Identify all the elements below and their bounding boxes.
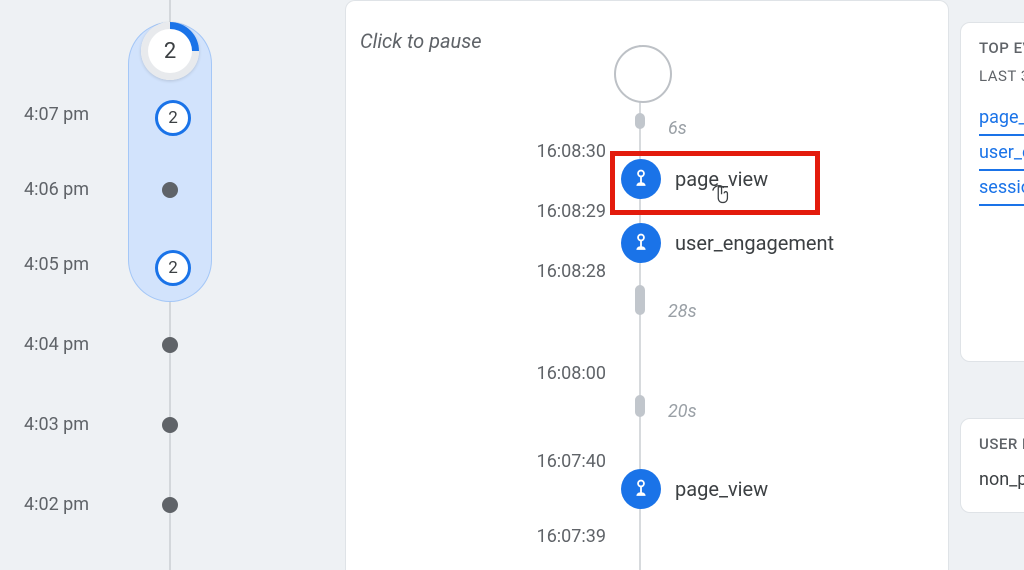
mini-node-dot[interactable] bbox=[162, 497, 178, 513]
touch-event-icon bbox=[621, 223, 661, 263]
mini-time-label: 4:03 pm bbox=[24, 414, 89, 435]
mini-time-label: 4:04 pm bbox=[24, 334, 89, 355]
top-event-row[interactable]: page_view bbox=[979, 101, 1024, 136]
event-timestamp: 16:07:40 bbox=[486, 451, 606, 472]
user-property-row[interactable]: non_personalized_ads bbox=[979, 463, 1024, 496]
event-timestamp: 16:08:00 bbox=[486, 363, 606, 384]
mini-time-label: 4:02 pm bbox=[24, 494, 89, 515]
event-timestamp: 16:08:29 bbox=[486, 201, 606, 222]
time-gap-label: 28s bbox=[668, 301, 697, 322]
mini-node-dot[interactable] bbox=[162, 182, 178, 198]
mini-timeline-row[interactable]: 4:04 pm bbox=[0, 345, 260, 346]
pause-hint: Click to pause bbox=[360, 29, 482, 53]
focus-minute-node[interactable]: 2 bbox=[141, 22, 199, 80]
touch-event-icon bbox=[621, 469, 661, 509]
event-timestamp: 16:08:28 bbox=[486, 261, 606, 282]
mini-node-dot[interactable] bbox=[162, 417, 178, 433]
cursor-pointer-icon bbox=[710, 185, 732, 209]
top-events-subtitle: LAST 30 MINUTES bbox=[979, 67, 1024, 85]
mini-time-label: 4:07 pm bbox=[24, 104, 89, 125]
mini-node-count[interactable]: 2 bbox=[155, 250, 191, 286]
mini-time-label: 4:05 pm bbox=[24, 254, 89, 275]
gap-segment-icon bbox=[635, 113, 645, 129]
top-events-title: TOP EVENTS bbox=[979, 39, 1024, 57]
time-gap-label: 20s bbox=[668, 401, 697, 422]
mini-node-dot[interactable] bbox=[162, 337, 178, 353]
event-timestamp: 16:08:30 bbox=[486, 141, 606, 162]
event-label: page_view bbox=[675, 477, 768, 501]
event-label: user_engagement bbox=[675, 231, 834, 255]
event-stream-panel[interactable]: Click to pause 16:08:30 16:08:29 16:08:28 1… bbox=[345, 0, 949, 570]
event-timestamp: 16:07:39 bbox=[486, 526, 606, 547]
top-events-card: TOP EVENTS LAST 30 MINUTES page_view use… bbox=[960, 22, 1024, 362]
mini-node-count[interactable]: 2 bbox=[155, 100, 191, 136]
mini-timeline-row[interactable]: 4:03 pm bbox=[0, 425, 260, 426]
event-row[interactable]: user_engagement bbox=[621, 223, 834, 263]
mini-time-label: 4:06 pm bbox=[24, 179, 89, 200]
top-event-row[interactable]: user_engagement bbox=[979, 136, 1024, 171]
time-gap-label: 6s bbox=[668, 118, 687, 139]
gap-segment-icon bbox=[635, 395, 645, 417]
event-row[interactable]: page_view bbox=[621, 469, 768, 509]
gap-segment-icon bbox=[635, 285, 645, 315]
user-properties-card: USER PROPERTIES non_personalized_ads bbox=[960, 418, 1024, 513]
mini-timeline-row[interactable]: 4:07 pm2 bbox=[0, 115, 260, 116]
user-properties-title: USER PROPERTIES bbox=[979, 435, 1024, 453]
left-mini-timeline: 2 4:07 pm24:06 pm4:05 pm24:04 pm4:03 pm4… bbox=[0, 0, 260, 570]
focus-minute-count: 2 bbox=[148, 29, 192, 73]
right-side-cards: TOP EVENTS LAST 30 MINUTES page_view use… bbox=[960, 0, 1024, 570]
mini-timeline-row[interactable]: 4:02 pm bbox=[0, 505, 260, 506]
mini-timeline-row[interactable]: 4:05 pm2 bbox=[0, 265, 260, 266]
top-event-row[interactable]: session_start bbox=[979, 171, 1024, 206]
mini-timeline-row[interactable]: 4:06 pm bbox=[0, 190, 260, 191]
stream-head-icon bbox=[614, 45, 672, 103]
